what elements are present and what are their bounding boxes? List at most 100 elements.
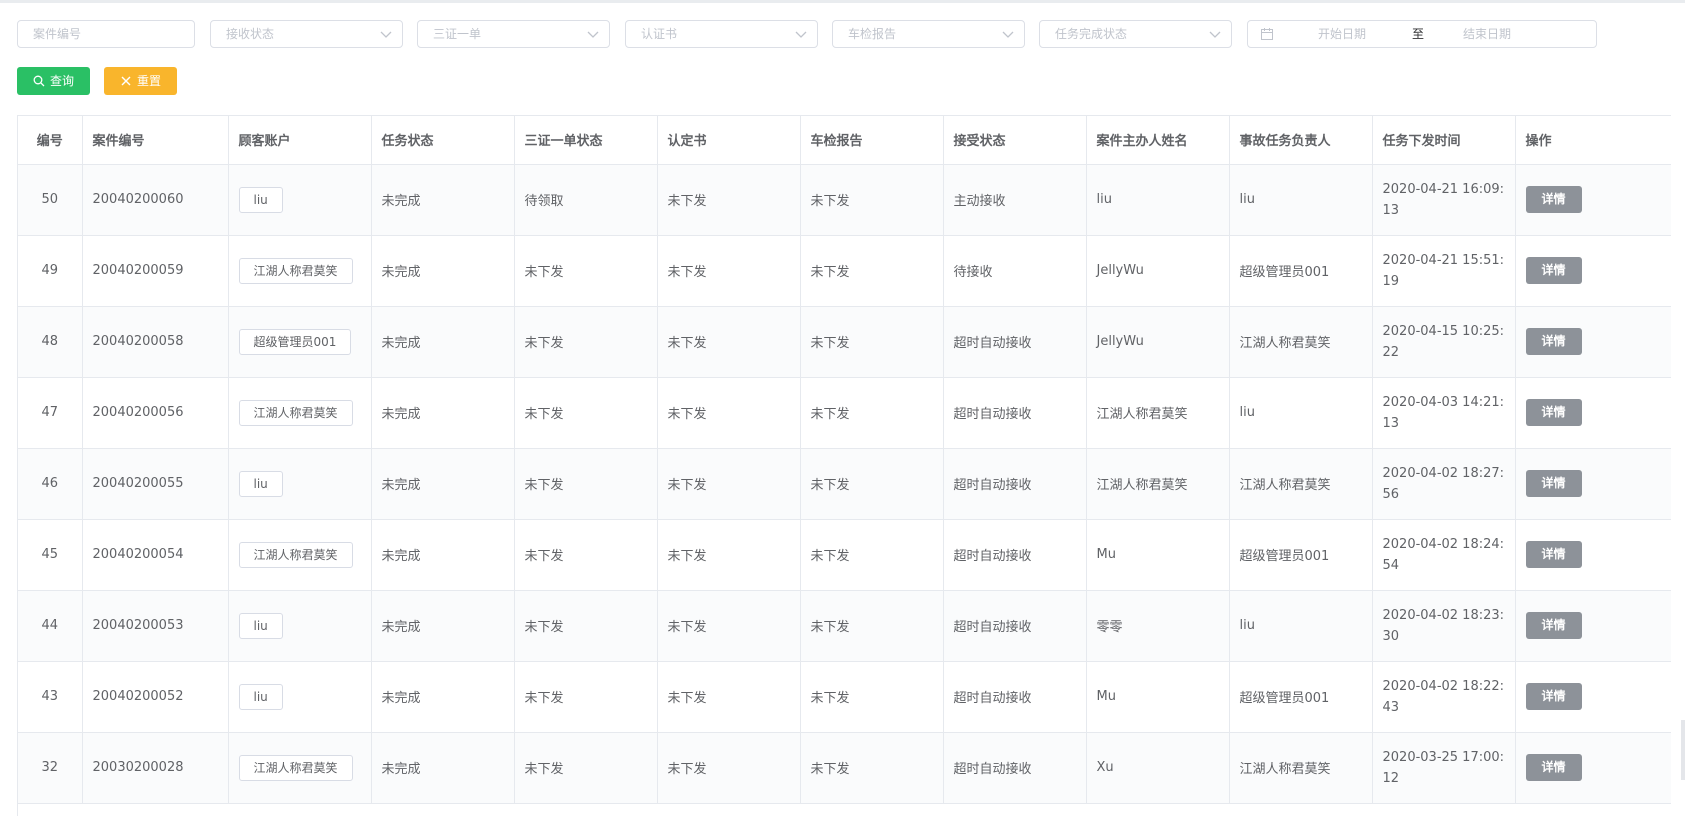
header-id[interactable]: 编号 (18, 116, 83, 165)
chevron-down-icon (587, 31, 599, 38)
detail-button[interactable]: 详情 (1525, 257, 1582, 284)
chevron-down-icon (795, 31, 807, 38)
cell-task-status: 未完成 (371, 235, 515, 307)
header-accept-status[interactable]: 接受状态 (943, 116, 1087, 165)
cell-owner: liu (1229, 590, 1373, 662)
cell-accept-status: 超时自动接收 (943, 590, 1087, 662)
account-tag[interactable]: 江湖人称君莫笑 (238, 257, 353, 284)
account-tag[interactable]: liu (238, 612, 283, 639)
cell-host-name: 零零 (1086, 590, 1230, 662)
cell-owner: 超级管理员001 (1229, 235, 1373, 307)
task-status-select[interactable]: 任务完成状态 (1039, 20, 1232, 48)
table-row: 45 20040200054 江湖人称君莫笑 未完成 未下发 未下发 未下发 超… (18, 519, 1671, 591)
detail-button[interactable]: 详情 (1525, 754, 1582, 781)
time-text: 2020-04-21 16:09:13 (1382, 181, 1505, 218)
detail-button[interactable]: 详情 (1525, 399, 1582, 426)
case-no-input[interactable]: 案件编号 (17, 20, 195, 48)
task-table: 编号 案件编号 顾客账户 任务状态 三证一单状态 认定书 车检报告 接受状态 案… (17, 115, 1671, 816)
detail-button[interactable]: 详情 (1525, 328, 1582, 355)
cell-owner: liu (1229, 377, 1373, 449)
cell-action: 详情 (1515, 519, 1671, 591)
scrollbar[interactable] (1681, 720, 1685, 780)
cell-host-name: Mu (1086, 519, 1230, 591)
cell-task-status: 未完成 (371, 377, 515, 449)
query-button[interactable]: 查询 (17, 67, 90, 95)
detail-button[interactable]: 详情 (1525, 470, 1582, 497)
cell-certificate: 未下发 (657, 448, 801, 520)
cell-accept-status: 超时自动接收 (943, 661, 1087, 733)
inspection-select[interactable]: 车检报告 (832, 20, 1025, 48)
cell-inspection: 未下发 (800, 590, 944, 662)
header-three-docs-status[interactable]: 三证一单状态 (514, 116, 658, 165)
cell-host-name: Xu (1086, 732, 1230, 804)
receive-status-select[interactable]: 接收状态 (210, 20, 403, 48)
header-action: 操作 (1515, 116, 1671, 165)
cell-task-status: 未完成 (371, 306, 515, 378)
cell-id: 44 (18, 590, 83, 662)
header-task-status[interactable]: 任务状态 (371, 116, 515, 165)
cell-certificate: 未下发 (657, 377, 801, 449)
time-text: 2020-04-02 18:27:56 (1382, 465, 1505, 502)
time-text: 2020-04-21 15:51:19 (1382, 252, 1505, 289)
table-row: 43 20040200052 liu 未完成 未下发 未下发 未下发 超时自动接… (18, 661, 1671, 733)
cell-host-name: liu (1086, 164, 1230, 236)
cell-accept-status: 超时自动接收 (943, 519, 1087, 591)
account-tag[interactable]: 江湖人称君莫笑 (238, 399, 353, 426)
cell-time: 2020-04-02 18:23:30 (1372, 590, 1516, 662)
cell-time: 2020-04-15 10:25:22 (1372, 306, 1516, 378)
table-row: 32 20030200028 江湖人称君莫笑 未完成 未下发 未下发 未下发 超… (18, 732, 1671, 804)
detail-button[interactable]: 详情 (1525, 612, 1582, 639)
certificate-select[interactable]: 认证书 (625, 20, 818, 48)
header-case-no[interactable]: 案件编号 (82, 116, 229, 165)
cell-id: 47 (18, 377, 83, 449)
cell-account: 江湖人称君莫笑 (228, 519, 372, 591)
header-owner[interactable]: 事故任务负责人 (1229, 116, 1373, 165)
three-docs-select[interactable]: 三证一单 (417, 20, 610, 48)
cell-account: 江湖人称君莫笑 (228, 732, 372, 804)
cell-host-name: Mu (1086, 661, 1230, 733)
cell-owner: 江湖人称君莫笑 (1229, 732, 1373, 804)
search-icon (33, 75, 45, 87)
cell-certificate: 未下发 (657, 732, 801, 804)
chevron-down-icon (1002, 31, 1014, 38)
account-tag[interactable]: 超级管理员001 (238, 328, 352, 355)
account-tag[interactable]: 江湖人称君莫笑 (238, 754, 353, 781)
header-time[interactable]: 任务下发时间 (1372, 116, 1516, 165)
cell-case-no: 20040200060 (82, 164, 229, 236)
cell-case-no: 20040200058 (82, 306, 229, 378)
detail-button[interactable]: 详情 (1525, 186, 1582, 213)
header-host-name[interactable]: 案件主办人姓名 (1086, 116, 1230, 165)
cell-host-name: JellyWu (1086, 235, 1230, 307)
cell-case-no: 20040200054 (82, 519, 229, 591)
header-account[interactable]: 顾客账户 (228, 116, 372, 165)
cell-account: liu (228, 448, 372, 520)
table-row: 50 20040200060 liu 未完成 待领取 未下发 未下发 主动接收 … (18, 164, 1671, 236)
top-border (0, 0, 1685, 3)
cell-inspection: 未下发 (800, 235, 944, 307)
cell-host-name: 江湖人称君莫笑 (1086, 377, 1230, 449)
cell-action: 详情 (1515, 235, 1671, 307)
cell-account: 江湖人称君莫笑 (228, 235, 372, 307)
header-certificate[interactable]: 认定书 (657, 116, 801, 165)
cell-id: 48 (18, 306, 83, 378)
detail-button[interactable]: 详情 (1525, 683, 1582, 710)
account-tag[interactable]: liu (238, 470, 283, 497)
account-tag[interactable]: liu (238, 683, 283, 710)
reset-button[interactable]: 重置 (104, 67, 177, 95)
time-text: 2020-04-02 18:23:30 (1382, 607, 1505, 644)
date-start-placeholder: 开始日期 (1318, 27, 1367, 41)
cell-action: 详情 (1515, 448, 1671, 520)
cell-three-docs-status: 待领取 (514, 164, 658, 236)
date-range-picker[interactable]: 开始日期 至 结束日期 (1247, 20, 1597, 48)
cell-certificate: 未下发 (657, 164, 801, 236)
cell-id: 49 (18, 235, 83, 307)
cell-account: 超级管理员001 (228, 306, 372, 378)
cell-task-status: 未完成 (371, 164, 515, 236)
header-inspection[interactable]: 车检报告 (800, 116, 944, 165)
cell-accept-status: 主动接收 (943, 164, 1087, 236)
account-tag[interactable]: liu (238, 186, 283, 213)
cell-host-name: 江湖人称君莫笑 (1086, 448, 1230, 520)
cell-action: 详情 (1515, 306, 1671, 378)
account-tag[interactable]: 江湖人称君莫笑 (238, 541, 353, 568)
detail-button[interactable]: 详情 (1525, 541, 1582, 568)
